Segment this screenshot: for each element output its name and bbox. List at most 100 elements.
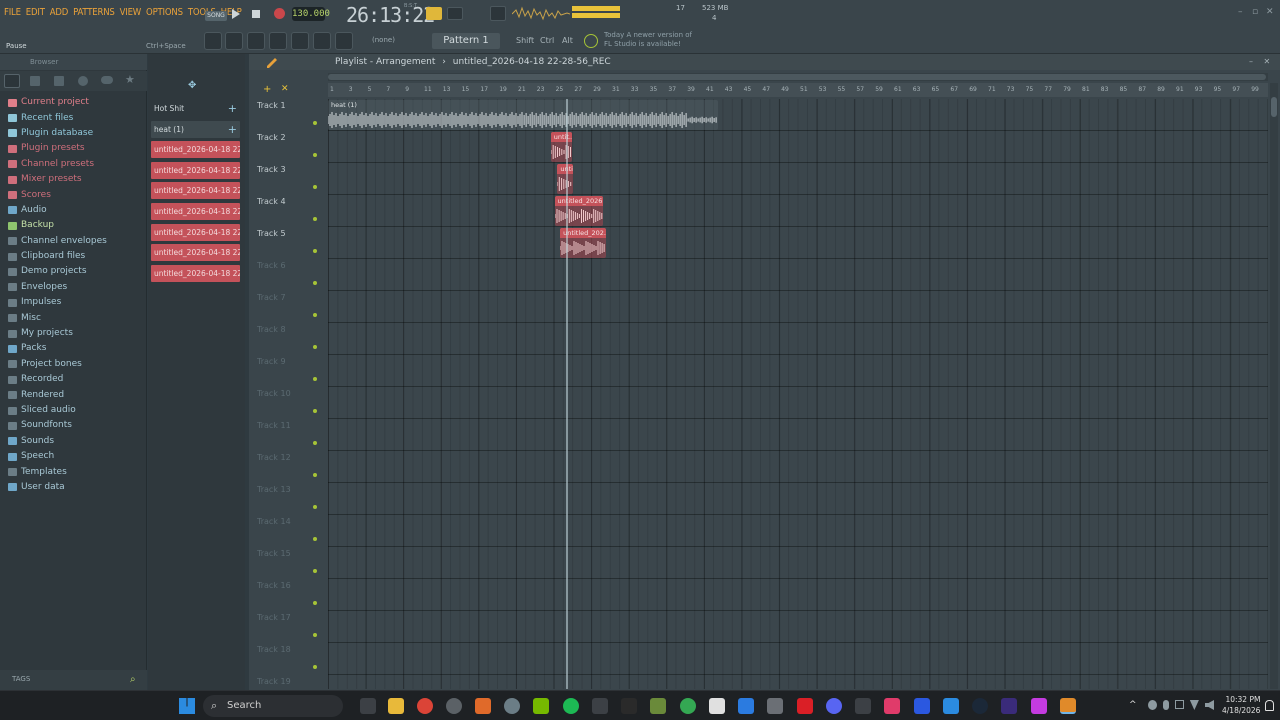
menu-item-view[interactable]: VIEW xyxy=(120,7,142,18)
track-mute-led[interactable] xyxy=(313,377,317,381)
track-label[interactable]: Track 14 xyxy=(257,517,291,526)
picker-header-icon[interactable]: ✥ xyxy=(188,80,196,91)
picker-item[interactable]: untitled_2026-04-18 22- xyxy=(151,244,240,262)
close-icon[interactable]: ✕ xyxy=(1266,8,1275,17)
browser-item[interactable]: Demo projects xyxy=(8,264,143,279)
chrome-icon-2[interactable] xyxy=(680,698,696,714)
network-icon[interactable] xyxy=(1148,700,1158,710)
search-settings-icon[interactable] xyxy=(78,76,88,86)
browser-item[interactable]: Impulses xyxy=(8,295,143,310)
picker-item[interactable]: untitled_2026-04-18 22- xyxy=(151,141,240,159)
browser-item[interactable]: Soundfonts xyxy=(8,418,143,433)
track-label[interactable]: Track 2 xyxy=(257,133,286,142)
vertical-scroll[interactable] xyxy=(1270,83,1278,689)
ctrl-toggle[interactable]: Ctrl xyxy=(540,36,554,45)
fl-studio-icon-small[interactable] xyxy=(475,698,491,714)
track-label[interactable]: Track 3 xyxy=(257,165,286,174)
browser-item[interactable]: Rendered xyxy=(8,387,143,402)
tiktok-icon[interactable] xyxy=(884,698,900,714)
track-label[interactable]: Track 8 xyxy=(257,325,286,334)
step-edit-icon[interactable] xyxy=(447,7,463,20)
chrome-icon[interactable] xyxy=(417,698,433,714)
browser-item[interactable]: Templates xyxy=(8,464,143,479)
menu-item-add[interactable]: ADD xyxy=(50,7,69,18)
browser-item[interactable]: Speech xyxy=(8,449,143,464)
search-icon[interactable]: ⌕ xyxy=(130,674,136,685)
browser-item[interactable]: Sounds xyxy=(8,434,143,449)
browser-item[interactable]: Audio xyxy=(8,203,143,218)
track-label[interactable]: Track 6 xyxy=(257,261,286,270)
browser-item[interactable]: User data xyxy=(8,480,143,495)
app-icon-9[interactable] xyxy=(1001,698,1017,714)
tempo-display[interactable]: 130.000 xyxy=(292,7,330,21)
track-mute-led[interactable] xyxy=(313,473,317,477)
app-icon-1[interactable] xyxy=(446,698,462,714)
notification-icon[interactable] xyxy=(1265,700,1274,711)
shift-toggle[interactable]: Shift xyxy=(516,36,534,45)
browser-item[interactable]: Sliced audio xyxy=(8,403,143,418)
display-icon[interactable] xyxy=(1174,700,1184,709)
picker-item[interactable]: untitled_2026-04-18 22- xyxy=(151,161,240,179)
browser-item[interactable]: Recorded xyxy=(8,372,143,387)
track-label[interactable]: Track 19 xyxy=(257,677,291,686)
menu-item-edit[interactable]: EDIT xyxy=(26,7,45,18)
app-icon-4[interactable] xyxy=(738,698,754,714)
system-clock[interactable]: 10:32 PM 4/18/2026 xyxy=(1222,694,1260,716)
window-close-icon[interactable]: ✕ xyxy=(1264,57,1271,66)
track-label[interactable]: Track 1 xyxy=(257,101,286,110)
metronome-icon[interactable] xyxy=(490,6,506,21)
audio-clip[interactable]: heat (1) xyxy=(328,100,719,130)
scroll-thumb[interactable] xyxy=(328,74,1266,80)
app-icon-10[interactable] xyxy=(1031,698,1047,714)
browser-item[interactable]: Recent files xyxy=(8,110,143,125)
track-mute-led[interactable] xyxy=(313,121,317,125)
browser-item[interactable]: Envelopes xyxy=(8,280,143,295)
browser-item[interactable]: Packs xyxy=(8,341,143,356)
wifi-icon[interactable] xyxy=(1189,700,1199,710)
track-mute-led[interactable] xyxy=(313,569,317,573)
start-icon[interactable] xyxy=(179,698,195,714)
track-mute-led[interactable] xyxy=(313,409,317,413)
minimize-icon[interactable]: – xyxy=(1238,8,1247,17)
track-mute-led[interactable] xyxy=(313,153,317,157)
add-icon[interactable]: + xyxy=(228,100,237,117)
steam-icon[interactable] xyxy=(972,698,988,714)
track-mute-led[interactable] xyxy=(313,601,317,605)
snap-select[interactable]: (none) xyxy=(372,36,395,44)
track-label[interactable]: Track 9 xyxy=(257,357,286,366)
picker-item[interactable]: untitled_2026-04-18 22- xyxy=(151,264,240,282)
track-label[interactable]: Track 4 xyxy=(257,197,286,206)
browser-item[interactable]: Channel envelopes xyxy=(8,234,143,249)
picker-item[interactable]: untitled_2026-04-18 22- xyxy=(151,203,240,220)
volume-icon[interactable] xyxy=(1204,700,1214,710)
mic-icon[interactable] xyxy=(1163,700,1169,710)
browser-item[interactable]: Clipboard files xyxy=(8,249,143,264)
browser-item[interactable]: Channel presets xyxy=(8,157,143,172)
browser-item[interactable]: Mixer presets xyxy=(8,172,143,187)
news-panel[interactable]: Today A newer version of FL Studio is av… xyxy=(604,31,692,49)
app-icon-3[interactable] xyxy=(709,698,725,714)
browser-icon[interactable] xyxy=(291,32,309,50)
search-box[interactable]: ⌕ Search xyxy=(203,695,343,717)
spotify-icon[interactable] xyxy=(563,698,579,714)
track-label[interactable]: Track 15 xyxy=(257,549,291,558)
tray-chevron-icon[interactable]: ^ xyxy=(1129,700,1137,710)
add-track-icon[interactable]: + xyxy=(263,84,271,95)
track-mute-led[interactable] xyxy=(313,633,317,637)
app-icon-2[interactable] xyxy=(592,698,608,714)
app-icon-6[interactable] xyxy=(855,698,871,714)
news-icon[interactable] xyxy=(584,34,598,48)
file-explorer-icon[interactable] xyxy=(388,698,404,714)
picker-item[interactable]: heat (1) + xyxy=(151,120,240,138)
track-mute-led[interactable] xyxy=(313,185,317,189)
stop-icon[interactable] xyxy=(252,10,260,18)
track-label[interactable]: Track 17 xyxy=(257,613,291,622)
audio-clip[interactable]: untitled_2026..22-30-55_REC xyxy=(554,196,604,226)
track-label[interactable]: Track 7 xyxy=(257,293,286,302)
minecraft-icon[interactable] xyxy=(650,698,666,714)
track-label[interactable]: Track 16 xyxy=(257,581,291,590)
browser-item[interactable]: Plugin database xyxy=(8,126,143,141)
menu-item-options[interactable]: OPTIONS xyxy=(146,7,183,18)
menu-item-patterns[interactable]: PATTERNS xyxy=(73,7,115,18)
browser-item[interactable]: Project bones xyxy=(8,357,143,372)
